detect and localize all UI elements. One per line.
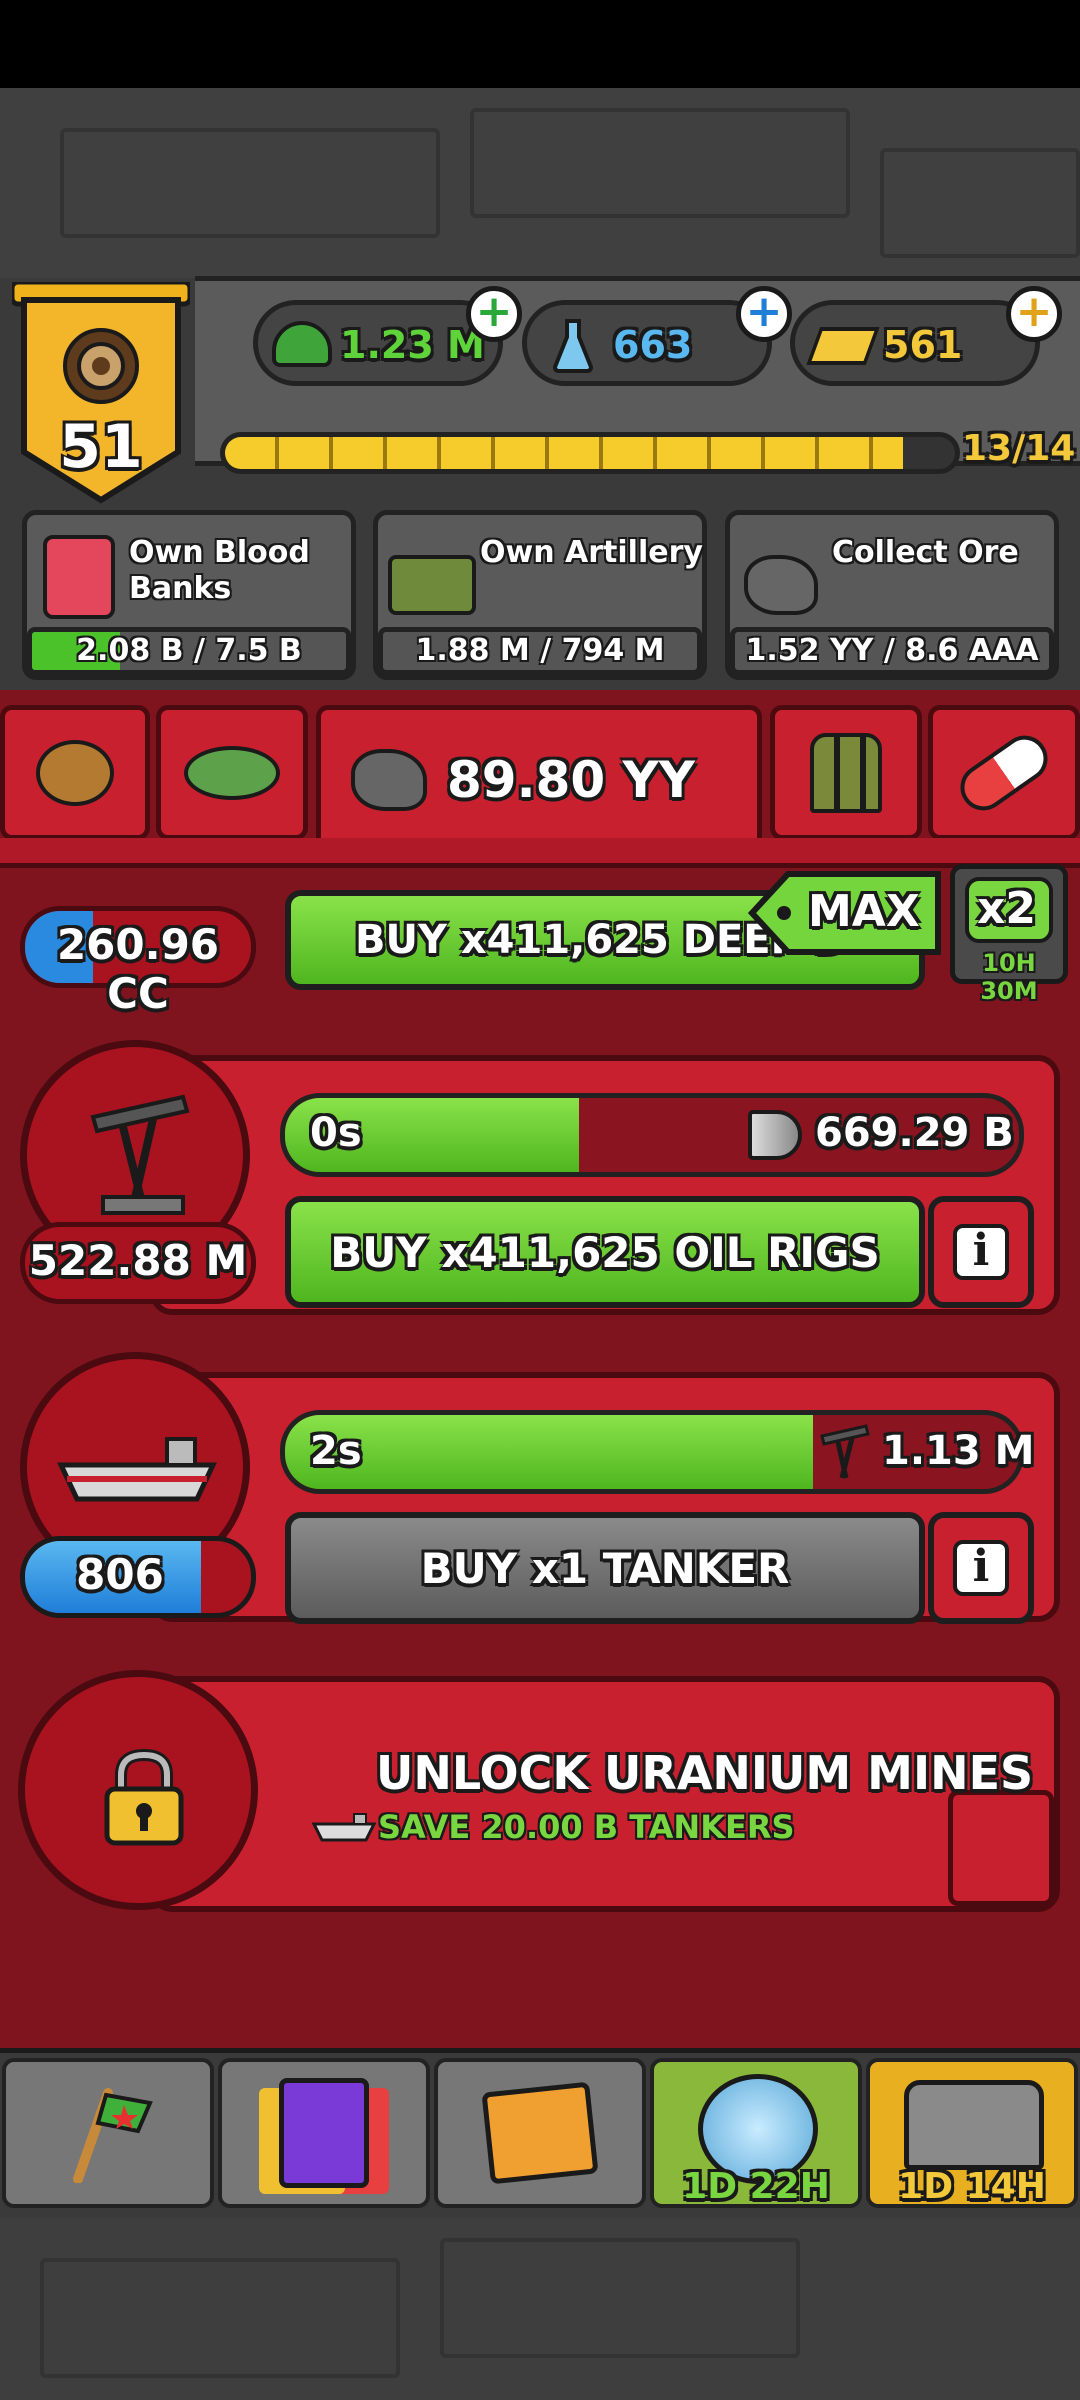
mission-artillery[interactable]: Own Artillery 1.88 M / 794 M [373,510,707,680]
unlock-card-corner [948,1790,1054,1906]
mission-progress-text: 1.88 M / 794 M [415,633,665,668]
science-value: 663 [613,323,693,367]
zombie-event-timer: 1D 22H [682,2166,830,2207]
potato-icon [36,739,114,806]
add-gold-button[interactable]: + [1006,286,1062,342]
mission-blood-banks[interactable]: Own Blood Banks 2.08 B / 7.5 B [22,510,356,680]
oil-rigs-yield: 669.29 B [815,1110,1014,1156]
nav-cards[interactable] [218,2058,430,2208]
gold-value: 561 [883,323,963,367]
flag-icon [58,2083,158,2184]
treasure-timer: 1D 14H [898,2166,1046,2207]
tanker-timer-text: 2s [310,1428,362,1474]
cards-icon [279,2078,369,2188]
unlock-title: UNLOCK URANIUM MINES [376,1746,1034,1800]
unlock-subtitle: SAVE 20.00 B TANKERS [378,1808,795,1846]
tab-shelf [0,838,1080,868]
oil-rigs-info-button[interactable]: i [928,1196,1034,1308]
metal-background [0,88,1080,278]
tanker-yield: 1.13 M [882,1428,1035,1474]
level-number: 51 [59,412,143,482]
mission-title: Collect Ore [832,535,1019,570]
oil-pump-icon [83,1087,193,1217]
oil-pump-icon [818,1420,870,1482]
missions-row: Own Blood Banks 2.08 B / 7.5 B Own Artil… [0,506,1080,686]
mission-ore[interactable]: Collect Ore 1.52 YY / 8.6 AAA [725,510,1059,680]
drill-icon [748,1110,802,1160]
tanker-info-button[interactable]: i [928,1512,1034,1624]
pill-icon [951,726,1057,819]
oil-rigs-timer-text: 0s [310,1110,362,1156]
gold-bars-icon [806,327,880,365]
nav-folder[interactable] [434,2058,646,2208]
oil-field-icon [184,745,280,800]
buy-oil-rigs-button[interactable]: BUY x411,625 OIL RIGS [285,1196,925,1308]
cog-emblem-icon [57,322,145,410]
padlock-icon [99,1747,189,1847]
add-cash-button[interactable]: + [466,286,522,342]
info-icon: i [953,1224,1009,1280]
tanker-ship-icon [57,1429,217,1509]
army-cap-icon [272,321,332,367]
ammo-icon [810,732,882,813]
status-bar [0,0,1080,88]
ore-icon [744,555,818,615]
nav-flag[interactable] [2,2058,214,2208]
tab-oil-field[interactable] [156,705,308,840]
nav-treasure[interactable]: 1D 14H [866,2058,1078,2208]
tab-pill[interactable] [928,705,1080,840]
tab-ammo[interactable] [770,705,922,840]
blood-bank-icon [43,535,115,619]
game-screen: 51 1.23 M + 663 + 561 + 13/14 Own Blood … [0,0,1080,2400]
oil-rigs-count-text: 522.88 M [28,1236,248,1285]
x2-label: x2 [977,883,1036,934]
max-label: MAX [808,886,920,937]
bottom-metal-background [0,2218,1080,2400]
nav-zombie-event[interactable]: 1D 22H [650,2058,862,2208]
treasure-chest-icon [904,2080,1044,2170]
deep-drill-count-text: 260.96 CC [56,920,220,1018]
x2-timer: 10H 30M [980,949,1038,1005]
x2-boost-button[interactable]: x2 10H 30M [950,864,1068,1005]
tab-potato[interactable] [0,705,150,840]
flask-icon [552,319,594,373]
buy-tanker-label: BUY x1 TANKER [420,1543,790,1593]
info-icon: i [953,1540,1009,1596]
add-science-button[interactable]: + [736,286,792,342]
tanker-ship-icon [311,1810,377,1844]
currency-science: 663 [522,300,772,386]
buy-oil-rigs-label: BUY x411,625 OIL RIGS [330,1227,880,1277]
folder-icon [481,2081,599,2185]
level-progress-label: 13/14 [962,428,1076,469]
level-banner[interactable]: 51 [9,279,193,504]
ore-icon [351,749,427,811]
max-button[interactable]: MAX [748,870,944,956]
tanker-count-text: 806 [76,1550,164,1599]
currency-gold: 561 [790,300,1040,386]
mission-title: Own Artillery [480,535,703,570]
mission-title: Own Blood Banks [129,535,310,606]
mission-progress-text: 1.52 YY / 8.6 AAA [745,633,1039,668]
cash-value: 1.23 M [340,323,485,367]
ore-amount: 89.80 YY [447,751,695,809]
tab-ore-active[interactable]: 89.80 YY [316,705,762,855]
buy-tanker-button[interactable]: BUY x1 TANKER [285,1512,925,1624]
level-progress-bar [220,432,960,474]
artillery-icon [388,555,476,615]
mission-progress-text: 2.08 B / 7.5 B [76,633,302,668]
uranium-mine-portrait[interactable] [18,1670,258,1910]
